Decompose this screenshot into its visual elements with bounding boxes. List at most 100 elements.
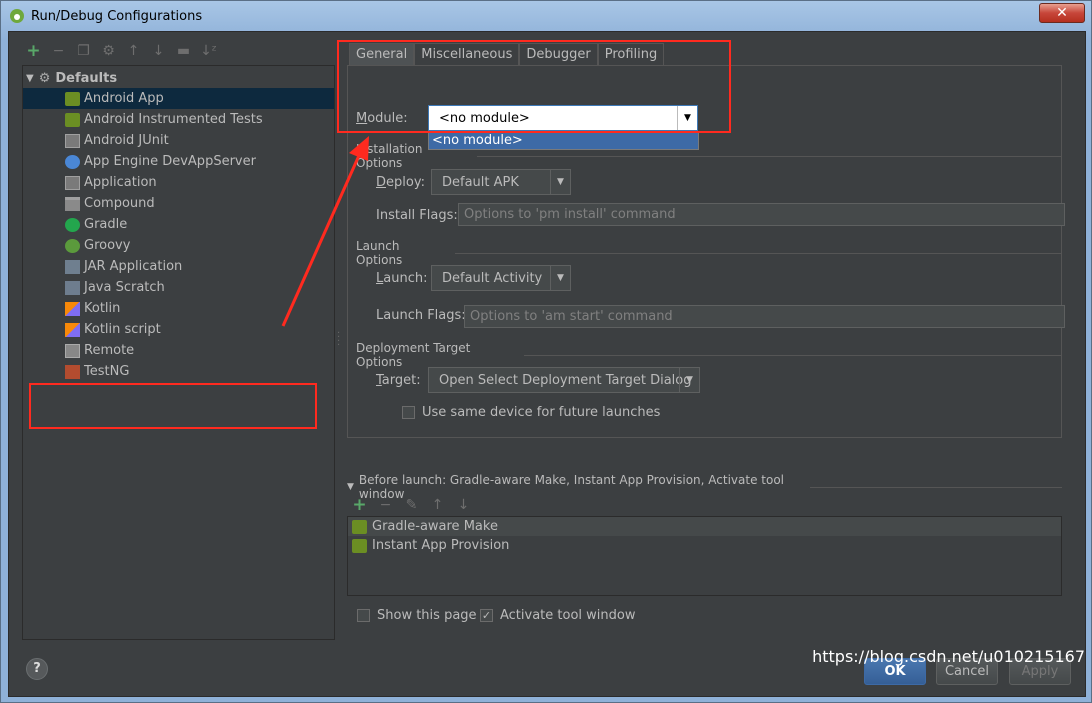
compound-icon [65, 196, 80, 211]
testng-icon [65, 364, 80, 379]
tree-item-label: TestNG [84, 364, 130, 379]
dialog-window: Run/Debug Configurations ✕ + − ❐ ⚙ ↑ ↓ ▬… [0, 0, 1092, 703]
install-flags-label: Install Flags: [376, 208, 458, 223]
sort-icon[interactable]: ↓ᶻ [200, 43, 217, 59]
remove-icon[interactable]: − [50, 43, 67, 59]
tree-root-defaults[interactable]: ▼ ⚙ Defaults [26, 68, 117, 88]
list-item-label: Instant App Provision [372, 538, 510, 553]
java-scratch-icon [65, 280, 80, 295]
same-device-label: Use same device for future launches [422, 404, 661, 420]
dropdown-arrow-icon[interactable]: ▼ [550, 266, 570, 290]
move-down-icon[interactable]: ↓ [455, 497, 472, 513]
android-icon [352, 519, 367, 534]
folder-icon[interactable]: ▬ [175, 43, 192, 59]
same-device-checkbox[interactable] [402, 405, 415, 419]
divider [477, 155, 1061, 157]
tree-item-label: Android App [84, 91, 164, 106]
launch-combobox-value: Default Activity [442, 270, 543, 286]
target-combobox[interactable]: Open Select Deployment Target Dialog ▼ [428, 367, 700, 393]
before-launch-list[interactable]: Gradle-aware Make Instant App Provision [347, 516, 1062, 596]
tree-item-label: Kotlin script [84, 322, 161, 337]
annotation-box-empty [29, 383, 317, 429]
deploy-combobox[interactable]: Default APK ▼ [431, 169, 571, 195]
gradle-icon [65, 217, 80, 232]
launch-flags-row: Launch Flags: [376, 304, 466, 327]
tree-item-label: App Engine DevAppServer [84, 154, 256, 169]
help-button[interactable]: ? [26, 658, 48, 680]
launch-row: Launch: [376, 265, 427, 291]
remove-icon[interactable]: − [377, 497, 394, 513]
deploy-row: Deploy: [376, 169, 425, 195]
activate-tool-window-label: Activate tool window [500, 607, 636, 623]
installation-options-header: Installation Options [356, 142, 1061, 170]
install-flags-input[interactable]: Options to 'pm install' command [458, 203, 1065, 226]
splitter-handle[interactable]: · · · · [337, 329, 340, 351]
kotlin-icon [65, 301, 80, 316]
watermark-text: https://blog.csdn.net/u010215167 [812, 647, 1085, 666]
deployment-target-header: Deployment Target Options [356, 341, 1061, 369]
show-page-label: Show this page [377, 607, 477, 623]
tree-item-label: Android JUnit [84, 133, 169, 148]
add-icon[interactable]: + [25, 41, 42, 61]
tree-item-label: Java Scratch [84, 280, 165, 295]
divider [455, 252, 1061, 254]
move-up-icon[interactable]: ↑ [125, 43, 142, 59]
add-icon[interactable]: + [351, 495, 368, 515]
activate-tool-window-row: ✓ Activate tool window [480, 606, 635, 624]
tree-item-label: Application [84, 175, 157, 190]
activate-tool-window-checkbox[interactable]: ✓ [480, 608, 493, 622]
target-row: Target: [376, 367, 421, 393]
configurations-toolbar: + − ❐ ⚙ ↑ ↓ ▬ ↓ᶻ [25, 40, 217, 62]
show-page-checkbox[interactable] [357, 608, 370, 622]
move-down-icon[interactable]: ↓ [150, 43, 167, 59]
move-up-icon[interactable]: ↑ [429, 497, 446, 513]
application-icon [65, 175, 80, 190]
android-tests-icon [65, 112, 80, 127]
tree-item-label: Gradle [84, 217, 128, 232]
target-combobox-value: Open Select Deployment Target Dialog [439, 372, 692, 388]
edit-icon[interactable]: ✎ [403, 497, 420, 513]
app-engine-icon [65, 154, 80, 169]
launch-flags-label: Launch Flags: [376, 308, 466, 323]
launch-label: Launch: [376, 270, 428, 286]
tree-item-label: Android Instrumented Tests [84, 112, 263, 127]
collapse-arrow-icon[interactable]: ▼ [26, 73, 34, 84]
close-button[interactable]: ✕ [1039, 3, 1085, 23]
copy-icon[interactable]: ❐ [75, 43, 92, 59]
android-app-icon [65, 91, 80, 106]
launch-flags-input[interactable]: Options to 'am start' command [464, 305, 1065, 328]
annotation-arrow-icon [281, 136, 369, 327]
window-title: Run/Debug Configurations [31, 8, 203, 24]
tree-item-android-instrumented-tests[interactable]: Android Instrumented Tests [23, 109, 334, 130]
install-flags-row: Install Flags: [376, 204, 458, 227]
tree-item-label: JAR Application [84, 259, 183, 274]
remote-icon [65, 343, 80, 358]
tree-root-label: Defaults [55, 70, 118, 86]
same-device-row: Use same device for future launches [402, 403, 660, 421]
dropdown-arrow-icon[interactable]: ▼ [550, 170, 570, 194]
tree-item-remote[interactable]: Remote [23, 340, 334, 361]
collapse-arrow-icon[interactable]: ▼ [347, 482, 354, 492]
divider [524, 354, 1061, 356]
deployment-target-title: Deployment Target Options [356, 341, 471, 369]
tree-item-android-app[interactable]: Android App [23, 88, 334, 109]
android-studio-icon [10, 9, 24, 23]
list-item-label: Gradle-aware Make [372, 519, 498, 534]
groovy-icon [65, 238, 80, 253]
list-item[interactable]: Gradle-aware Make [348, 517, 1061, 536]
annotation-box-module [337, 40, 731, 133]
dropdown-arrow-icon[interactable]: ▼ [679, 368, 699, 392]
list-item[interactable]: Instant App Provision [348, 536, 1061, 555]
launch-combobox[interactable]: Default Activity ▼ [431, 265, 571, 291]
tree-item-label: Remote [84, 343, 135, 358]
launch-options-header: Launch Options [356, 239, 1061, 267]
deploy-combobox-value: Default APK [442, 174, 519, 190]
before-launch-toolbar: + − ✎ ↑ ↓ [351, 495, 472, 515]
title-bar: Run/Debug Configurations ✕ [1, 1, 1091, 31]
tree-item-label: Compound [84, 196, 155, 211]
tree-item-testng[interactable]: TestNG [23, 361, 334, 382]
kotlin-script-icon [65, 322, 80, 337]
edit-defaults-icon[interactable]: ⚙ [100, 43, 117, 59]
android-junit-icon [65, 133, 80, 148]
target-label: Target: [376, 372, 421, 388]
